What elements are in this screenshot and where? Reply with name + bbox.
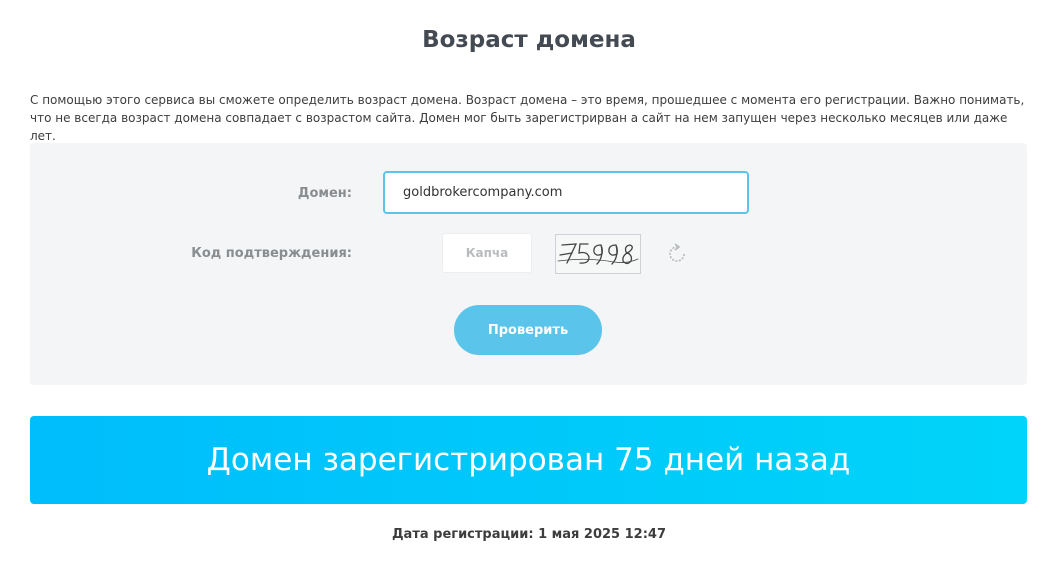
captcha-image-drawing: 75998 bbox=[557, 243, 639, 265]
captcha-label: Код подтверждения: bbox=[191, 246, 352, 261]
domain-check-form: Домен: Код подтверждения: 75998 Проверит… bbox=[30, 143, 1027, 385]
captcha-input[interactable] bbox=[442, 233, 532, 273]
registration-date: Дата регистрации: 1 мая 2025 12:47 bbox=[391, 527, 667, 542]
domain-input[interactable] bbox=[383, 171, 749, 214]
result-banner: Домен зарегистрирован 75 дней назад bbox=[30, 416, 1027, 504]
domain-label: Домен: bbox=[297, 186, 352, 201]
refresh-icon[interactable] bbox=[666, 243, 688, 265]
check-button[interactable]: Проверить bbox=[454, 305, 602, 355]
page-description: С помощью этого сервиса вы сможете опред… bbox=[30, 93, 1025, 143]
page-title: Возраст домена bbox=[422, 27, 636, 53]
captcha-image: 75998 bbox=[555, 234, 641, 274]
